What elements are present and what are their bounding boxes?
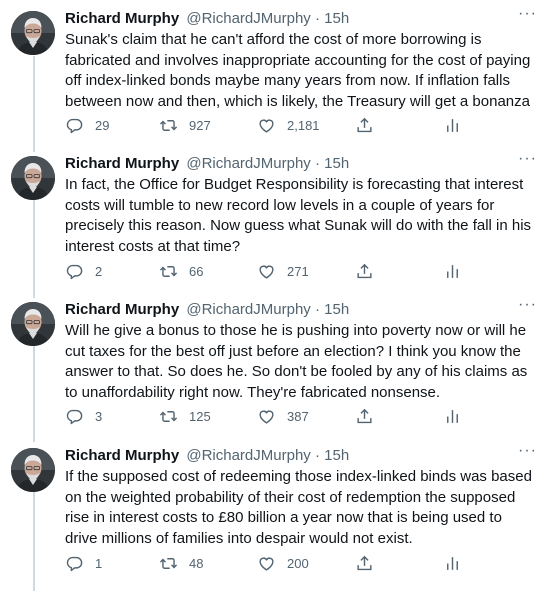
like-icon	[257, 407, 276, 426]
thread-line	[33, 56, 35, 152]
analytics-icon	[443, 407, 462, 426]
separator: ·	[314, 155, 320, 172]
author-handle[interactable]: @RichardJMurphy · 15h	[186, 447, 349, 464]
separator: ·	[314, 301, 320, 318]
analytics-icon	[443, 262, 462, 281]
avatar[interactable]	[11, 156, 55, 200]
analytics-button[interactable]	[443, 115, 462, 135]
handle-text[interactable]: @RichardJMurphy	[186, 10, 310, 27]
tweet-header: Richard Murphy @RichardJMurphy · 15h	[65, 446, 516, 466]
reply-button[interactable]: 3	[65, 406, 102, 426]
like-icon	[257, 262, 276, 281]
separator: ·	[314, 447, 320, 464]
reply-icon	[65, 554, 84, 573]
like-count: 2,181	[287, 117, 320, 133]
retweet-button[interactable]: 125	[159, 406, 211, 426]
tweet-text: Will he give a bonus to those he is push…	[65, 322, 528, 401]
author-handle[interactable]: @RichardJMurphy · 15h	[186, 301, 349, 318]
more-icon[interactable]: ···	[518, 151, 536, 171]
reply-button[interactable]: 1	[65, 553, 102, 573]
author-name[interactable]: Richard Murphy	[65, 447, 179, 464]
tweet-text: Sunak's claim that he can't afford the c…	[65, 31, 531, 110]
author-name[interactable]: Richard Murphy	[65, 301, 179, 318]
thread-line	[33, 346, 35, 442]
like-button[interactable]: 200	[257, 553, 309, 573]
tweet-text: In fact, the Office for Budget Responsib…	[65, 176, 532, 255]
tweet-header: Richard Murphy @RichardJMurphy · 15h	[65, 300, 516, 320]
avatar[interactable]	[11, 302, 55, 346]
retweet-count: 927	[189, 117, 211, 133]
share-button[interactable]	[355, 261, 374, 281]
share-icon	[355, 262, 374, 281]
author-handle[interactable]: @RichardJMurphy · 15h	[186, 155, 349, 172]
timestamp[interactable]: 15h	[324, 447, 349, 464]
like-icon	[257, 554, 276, 573]
retweet-button[interactable]: 66	[159, 261, 203, 281]
share-button[interactable]	[355, 553, 374, 573]
like-count: 200	[287, 555, 309, 571]
thread-line	[33, 492, 35, 591]
retweet-count: 125	[189, 408, 211, 424]
more-icon[interactable]: ···	[518, 443, 536, 463]
share-button[interactable]	[355, 406, 374, 426]
reply-count: 29	[95, 117, 110, 133]
share-button[interactable]	[355, 115, 374, 135]
tweet-header: Richard Murphy @RichardJMurphy · 15h	[65, 9, 516, 29]
avatar[interactable]	[11, 11, 55, 55]
thread-line	[33, 200, 35, 298]
like-button[interactable]: 271	[257, 261, 309, 281]
reply-count: 1	[95, 555, 103, 571]
tweet-actions: 29 927 2,181	[65, 115, 485, 135]
timestamp[interactable]: 15h	[324, 10, 349, 27]
like-count: 271	[287, 263, 309, 279]
tweet-actions: 1 48 200	[65, 553, 485, 573]
reply-count: 3	[95, 408, 103, 424]
tweet-actions: 2 66 271	[65, 261, 485, 281]
like-count: 387	[287, 408, 309, 424]
analytics-button[interactable]	[443, 553, 462, 573]
tweet-actions: 3 125 387	[65, 406, 485, 426]
retweet-count: 66	[189, 263, 204, 279]
analytics-icon	[443, 116, 462, 135]
retweet-icon	[159, 407, 178, 426]
reply-icon	[65, 116, 84, 135]
avatar[interactable]	[11, 448, 55, 492]
share-icon	[355, 116, 374, 135]
retweet-button[interactable]: 48	[159, 553, 203, 573]
handle-text[interactable]: @RichardJMurphy	[186, 301, 310, 318]
retweet-icon	[159, 116, 178, 135]
handle-text[interactable]: @RichardJMurphy	[186, 155, 310, 172]
retweet-icon	[159, 262, 178, 281]
handle-text[interactable]: @RichardJMurphy	[186, 447, 310, 464]
share-icon	[355, 554, 374, 573]
like-button[interactable]: 2,181	[257, 115, 320, 135]
timestamp[interactable]: 15h	[324, 301, 349, 318]
tweet-header: Richard Murphy @RichardJMurphy · 15h	[65, 154, 516, 174]
analytics-icon	[443, 554, 462, 573]
analytics-button[interactable]	[443, 406, 462, 426]
author-name[interactable]: Richard Murphy	[65, 155, 179, 172]
reply-button[interactable]: 29	[65, 115, 109, 135]
share-icon	[355, 407, 374, 426]
author-name[interactable]: Richard Murphy	[65, 10, 179, 27]
author-handle[interactable]: @RichardJMurphy · 15h	[186, 10, 349, 27]
retweet-count: 48	[189, 555, 204, 571]
like-icon	[257, 116, 276, 135]
timestamp[interactable]: 15h	[324, 155, 349, 172]
like-button[interactable]: 387	[257, 406, 309, 426]
analytics-button[interactable]	[443, 261, 462, 281]
reply-icon	[65, 262, 84, 281]
reply-button[interactable]: 2	[65, 261, 102, 281]
more-icon[interactable]: ···	[518, 297, 536, 317]
retweet-icon	[159, 554, 178, 573]
reply-icon	[65, 407, 84, 426]
tweet-text: If the supposed cost of redeeming those …	[65, 468, 532, 547]
reply-count: 2	[95, 263, 103, 279]
more-icon[interactable]: ···	[518, 6, 536, 26]
retweet-button[interactable]: 927	[159, 115, 211, 135]
separator: ·	[314, 10, 320, 27]
